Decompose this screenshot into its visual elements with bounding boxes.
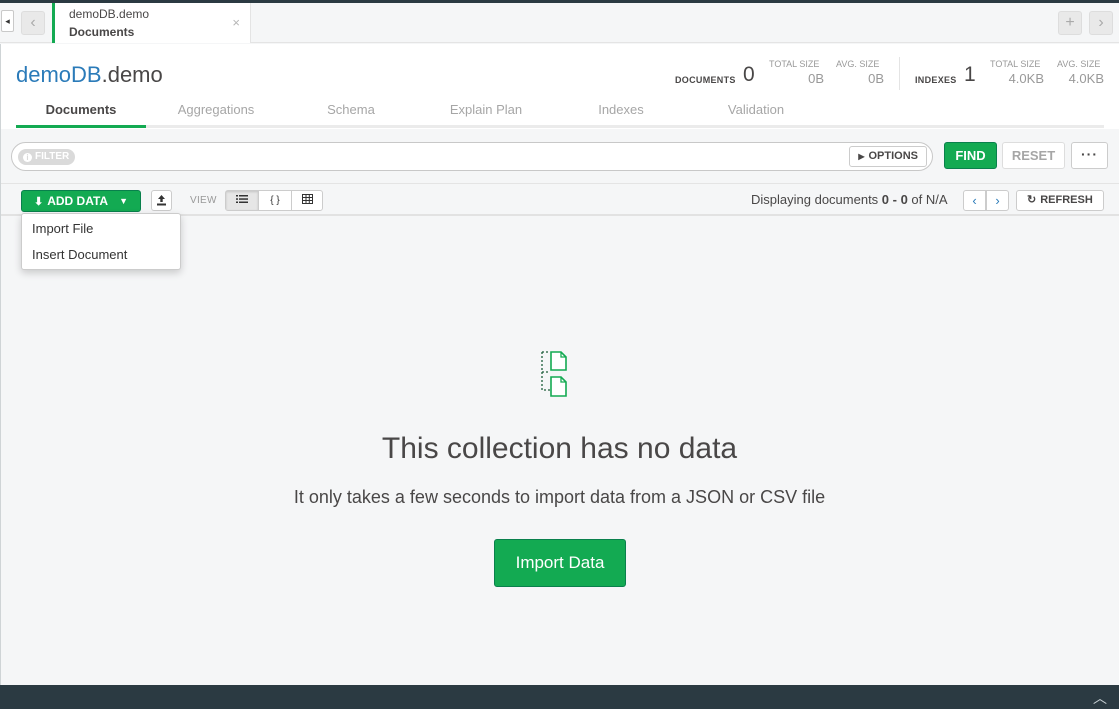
documents-toolbar: ⬇ ADD DATA ▼ VIEW { } Displaying document… xyxy=(0,183,1119,216)
menu-item-import-file[interactable]: Import File xyxy=(32,221,93,236)
tab-namespace: demoDB.demo xyxy=(69,7,150,21)
pagination-status: Displaying documents 0 - 0 of N/A xyxy=(751,192,948,207)
next-page-button[interactable]: › xyxy=(986,190,1009,211)
chevron-right-icon: › xyxy=(995,193,1000,208)
status-bar: ︿ xyxy=(0,685,1119,709)
empty-state-subtitle: It only takes a few seconds to import da… xyxy=(293,487,826,507)
list-view-button[interactable] xyxy=(226,191,259,210)
page-title: demoDB.demo xyxy=(16,62,163,88)
refresh-icon: ↻ xyxy=(1027,194,1037,206)
collection-subtabs: Documents Aggregations Schema Explain Pl… xyxy=(16,98,1104,128)
doc-total-size: 0B xyxy=(808,71,824,86)
active-tab-indicator xyxy=(16,125,146,128)
indexes-label: INDEXES xyxy=(915,75,957,85)
doc-total-size-label: TOTAL SIZE xyxy=(769,59,820,69)
add-data-button[interactable]: ⬇ ADD DATA ▼ xyxy=(21,190,141,212)
caret-right-icon: ▶ xyxy=(858,152,865,161)
idx-avg-size-label: AVG. SIZE xyxy=(1057,59,1101,69)
idx-total-size-label: TOTAL SIZE xyxy=(990,59,1041,69)
list-icon xyxy=(236,195,248,203)
chevron-up-icon[interactable]: ︿ xyxy=(1093,688,1107,708)
view-label: VIEW xyxy=(190,195,217,206)
database-name[interactable]: demoDB xyxy=(16,62,102,87)
filter-input[interactable]: i FILTER ▶ OPTIONS xyxy=(11,142,933,171)
empty-state-title: This collection has no data xyxy=(381,432,738,465)
documents-label: DOCUMENTS xyxy=(675,75,736,85)
collection-name: .demo xyxy=(101,62,163,87)
new-tab-button[interactable]: + xyxy=(1058,11,1082,35)
sidebar-toggle-button[interactable]: ◂ xyxy=(1,10,14,32)
tab-back-button[interactable]: ‹ xyxy=(21,11,45,35)
export-button[interactable] xyxy=(151,190,172,211)
tab-bar: ◂ ‹ demoDB.demo Documents × + › xyxy=(0,3,1119,43)
indexes-count: 1 xyxy=(964,63,976,86)
doc-avg-size: 0B xyxy=(868,71,884,86)
tab-explain-plan[interactable]: Explain Plan xyxy=(421,102,551,117)
tab-aggregations[interactable]: Aggregations xyxy=(151,102,281,117)
left-border xyxy=(0,44,1,685)
tab-documents[interactable]: Documents xyxy=(16,102,146,117)
add-data-menu: Import File Insert Document xyxy=(21,213,181,270)
find-button[interactable]: FIND xyxy=(944,142,997,169)
close-icon[interactable]: × xyxy=(232,15,240,30)
doc-avg-size-label: AVG. SIZE xyxy=(836,59,880,69)
tab-validation[interactable]: Validation xyxy=(691,102,821,117)
previous-page-button[interactable]: ‹ xyxy=(963,190,986,211)
more-options-button[interactable]: ··· xyxy=(1071,142,1108,169)
table-view-button[interactable] xyxy=(292,191,323,210)
idx-avg-size: 4.0KB xyxy=(1068,71,1104,86)
view-switcher: { } xyxy=(225,190,323,211)
collection-tab[interactable]: demoDB.demo Documents × xyxy=(52,3,251,43)
reset-button[interactable]: RESET xyxy=(1002,142,1065,169)
table-icon xyxy=(302,194,313,204)
info-icon: i xyxy=(23,153,32,162)
menu-item-insert-document[interactable]: Insert Document xyxy=(32,247,127,262)
collection-header: demoDB.demo DOCUMENTS 0 TOTAL SIZE 0B AV… xyxy=(0,44,1119,129)
refresh-button[interactable]: ↻ REFRESH xyxy=(1016,190,1104,211)
tab-schema[interactable]: Schema xyxy=(286,102,416,117)
upload-icon xyxy=(157,195,166,206)
braces-icon: { } xyxy=(270,195,280,206)
options-button[interactable]: ▶ OPTIONS xyxy=(849,146,927,167)
documents-count: 0 xyxy=(743,63,755,86)
stats-divider xyxy=(899,57,900,90)
tab-indexes[interactable]: Indexes xyxy=(556,102,686,117)
import-data-button[interactable]: Import Data xyxy=(494,539,626,587)
download-icon: ⬇ xyxy=(34,196,44,208)
idx-total-size: 4.0KB xyxy=(1008,71,1044,86)
documents-icon xyxy=(541,351,567,397)
tab-forward-button[interactable]: › xyxy=(1089,11,1113,35)
json-view-button[interactable]: { } xyxy=(259,191,292,210)
caret-down-icon: ▼ xyxy=(119,196,128,206)
filter-label[interactable]: i FILTER xyxy=(18,149,76,165)
tab-title: Documents xyxy=(69,25,135,39)
chevron-left-icon: ‹ xyxy=(972,193,977,208)
